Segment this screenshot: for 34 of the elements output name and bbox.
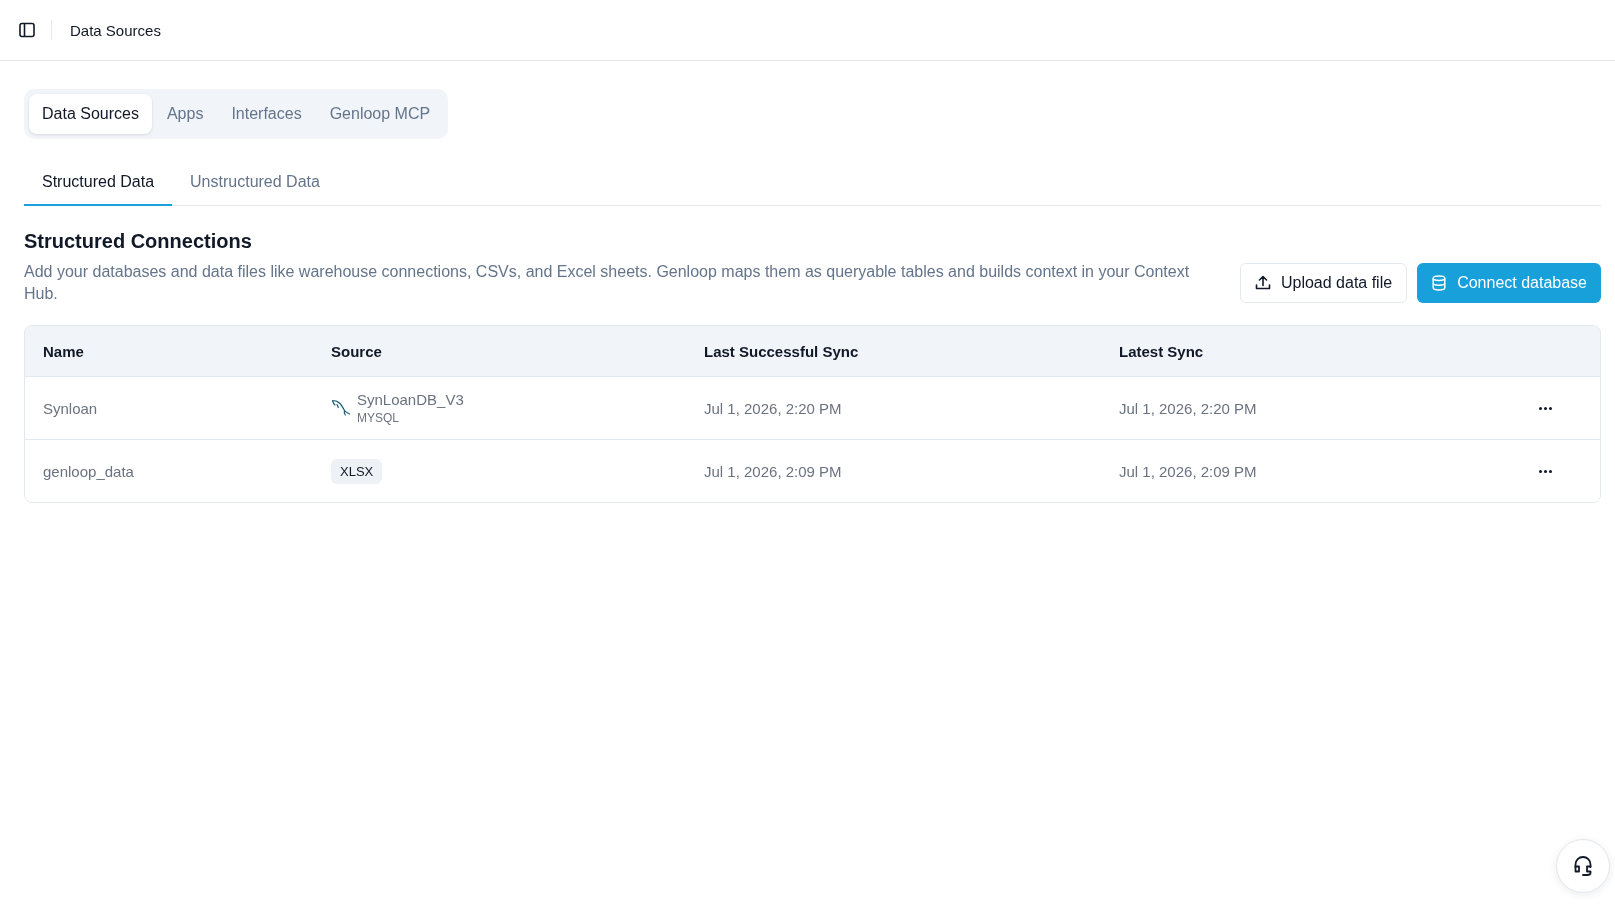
upload-button[interactable]: Upload data file <box>1239 263 1408 303</box>
source-name: SynLoanDB_V3 <box>357 391 464 408</box>
file-type-tag: XLSX <box>331 458 383 484</box>
tab[interactable]: Data Sources <box>29 94 152 134</box>
tab[interactable]: Interfaces <box>218 94 315 134</box>
source-type: MYSQL <box>357 411 400 425</box>
support-button[interactable] <box>1556 839 1610 893</box>
table-cell: Jul 1, 2026, 2:20 PM <box>704 399 842 417</box>
column-header: Last Successful Sync <box>704 342 859 360</box>
column-header: Name <box>43 342 84 360</box>
column-header: Source <box>331 342 382 360</box>
page-title: Data Sources <box>70 21 161 39</box>
section-title: Structured Connections <box>24 230 253 253</box>
tab[interactable]: Unstructured Data <box>172 159 338 206</box>
section-description: Add your databases and data files like warehouse connections, CSVs, and Excel sheets. Genloop maps them as queryable tables and builds context in your Context Hub. <box>24 262 1191 304</box>
column-header: Latest Sync <box>1119 342 1204 360</box>
tab[interactable]: Apps <box>153 94 217 134</box>
connect-button[interactable]: Connect database <box>1417 263 1601 303</box>
table-row[interactable]: genloop_data XLSX Jul 1, 2026, 2:09 PM Jul 1, 2026, 2:09 PM <box>25 439 1600 502</box>
sidebar-icon <box>19 22 35 38</box>
more-icon <box>1538 406 1552 410</box>
sidebar-toggle-button[interactable] <box>18 21 36 39</box>
table-cell: Synloan <box>43 399 98 417</box>
tab[interactable]: Structured Data <box>24 159 173 206</box>
dolphin-icon <box>331 398 351 418</box>
table-cell: genloop_data <box>43 462 134 480</box>
table-cell: Jul 1, 2026, 2:20 PM <box>1119 399 1257 417</box>
database-icon <box>1431 275 1448 291</box>
tab[interactable]: Genloop MCP <box>316 94 444 134</box>
upload-icon <box>1254 275 1271 291</box>
table-cell: Jul 1, 2026, 2:09 PM <box>704 462 842 480</box>
headset-icon <box>1574 856 1592 876</box>
table-cell: Jul 1, 2026, 2:09 PM <box>1119 462 1257 480</box>
more-icon <box>1538 469 1552 473</box>
